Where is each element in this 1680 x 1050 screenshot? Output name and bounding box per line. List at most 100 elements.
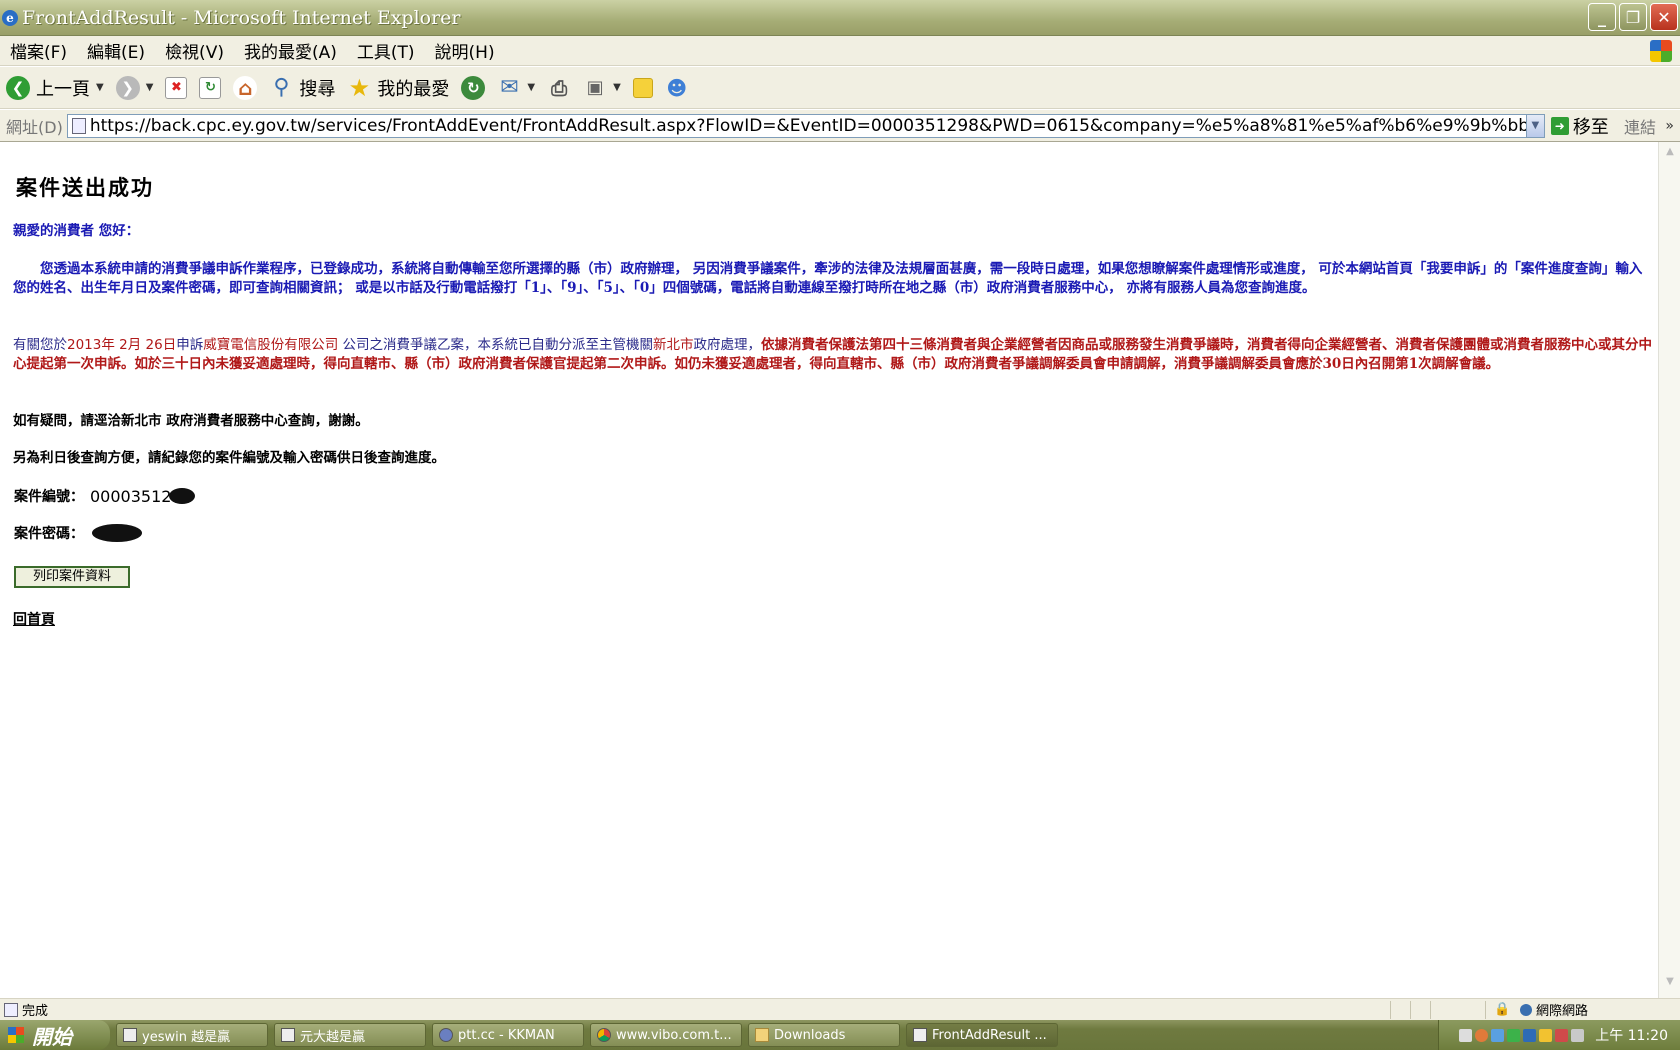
menu-bar: 檔案(F) 編輯(E) 檢視(V) 我的最愛(A) 工具(T) 說明(H) [0, 36, 1680, 66]
menu-view[interactable]: 檢視(V) [155, 38, 234, 63]
scroll-up-icon[interactable]: ▲ [1661, 146, 1679, 164]
go-label: 移至 [1572, 116, 1609, 138]
status-divider [1390, 1001, 1391, 1019]
menu-tools[interactable]: 工具(T) [347, 38, 425, 63]
taskbar-item-label: Downloads [774, 1027, 846, 1043]
forward-arrow-icon: ❯ [115, 75, 140, 100]
tray-icon[interactable] [1507, 1028, 1521, 1042]
taskbar-item[interactable]: Downloads [748, 1023, 900, 1047]
minimize-button[interactable]: _ [1588, 3, 1616, 31]
zone-label: 網際網路 [1536, 1004, 1589, 1019]
tray-icon[interactable] [1491, 1028, 1505, 1042]
home-link[interactable]: 回首頁 [13, 609, 55, 629]
tray-icon[interactable] [1459, 1028, 1473, 1042]
assignment-paragraph: 有關您於2013年 2月 26日申訴威寶電信股份有限公司 公司之消費爭議乙案，本… [13, 336, 1653, 374]
edit-dropdown-icon[interactable]: ▼ [613, 82, 621, 93]
case-number-value: 00003512 [90, 486, 172, 506]
lock-icon[interactable]: 🔒 [1494, 1002, 1510, 1017]
case-number-label: 案件編號： [14, 489, 84, 505]
app-icon [123, 1028, 137, 1042]
menu-help[interactable]: 說明(H) [425, 38, 505, 63]
tray-icon[interactable] [1523, 1028, 1537, 1042]
address-dropdown-icon[interactable]: ▼ [1525, 114, 1544, 137]
taskbar-item-label: yeswin 越是贏 [142, 1029, 231, 1045]
taskbar-item[interactable]: yeswin 越是贏 [116, 1023, 268, 1047]
start-button[interactable]: 開始 [0, 1020, 110, 1050]
mail-dropdown-icon[interactable]: ▼ [527, 82, 535, 93]
links-button[interactable]: 連結 [1624, 114, 1656, 138]
app-icon [281, 1028, 295, 1042]
system-tray: 上午 11:20 [1438, 1020, 1680, 1050]
menu-favorites[interactable]: 我的最愛(A) [234, 38, 347, 63]
para2-prefix: 有關您於 [13, 337, 67, 353]
back-dropdown-icon[interactable]: ▼ [96, 82, 104, 93]
note-icon [632, 77, 653, 98]
forward-button[interactable]: ❯ ▼ [110, 71, 160, 105]
home-button[interactable]: ⌂ [227, 71, 263, 105]
para2-complain: 申訴 [176, 337, 204, 353]
company-name: 威寶電信股份有限公司 [203, 337, 339, 353]
menu-file[interactable]: 檔案(F) [0, 38, 77, 63]
stop-button[interactable]: ✖ [159, 71, 193, 105]
messenger-button[interactable]: ☻ [659, 71, 695, 105]
printer-icon: ⎙ [551, 75, 568, 100]
volume-icon[interactable] [1571, 1028, 1585, 1042]
case-password-label: 案件密碼： [14, 526, 84, 542]
vertical-scrollbar[interactable]: ▲ ▼ [1658, 142, 1680, 998]
page-icon [71, 117, 86, 134]
close-button[interactable]: ✕ [1650, 3, 1678, 31]
instructions-paragraph: 您透過本系統申請的消費爭議申訴作業程序，已登錄成功，系統將自動傳輸至您所選擇的縣… [13, 261, 1643, 296]
star-icon: ★ [348, 73, 371, 102]
page-title: 案件送出成功 [16, 175, 154, 200]
password-redaction-mark [92, 524, 142, 542]
security-zone[interactable]: 網際網路 [1520, 1000, 1588, 1019]
taskbar-item[interactable]: www.vibo.com.t... [590, 1023, 742, 1047]
case-number-row: 案件編號： 00003512 [14, 486, 196, 506]
status-divider [1485, 1001, 1486, 1019]
links-chevron-icon[interactable]: » [1665, 118, 1674, 134]
tray-icon[interactable] [1539, 1028, 1553, 1042]
back-arrow-icon: ❮ [6, 75, 30, 100]
maximize-button[interactable]: ❐ [1619, 3, 1647, 31]
taskbar-item[interactable]: 元大越是贏 [274, 1023, 426, 1047]
menu-edit[interactable]: 編輯(E) [77, 38, 155, 63]
done-page-icon [4, 1002, 18, 1017]
back-button[interactable]: ❮ 上一頁 ▼ [0, 71, 110, 105]
status-text: 完成 [22, 1004, 49, 1019]
complaint-date: 2013年 2月 26日 [67, 337, 177, 353]
favorites-button[interactable]: ★ 我的最愛 [341, 71, 455, 105]
para2-middle: 公司之消費爭議乙案，本系統已自動分派至主管機關 [338, 337, 654, 353]
favorites-label: 我的最愛 [377, 78, 450, 100]
globe-icon [1520, 1003, 1532, 1016]
toolbar: ❮ 上一頁 ▼ ❯ ▼ ✖ ↻ ⌂ ⚲ 搜尋 ★ 我的最愛 ↻ ✉ ▼ ⎙ ▣ … [0, 67, 1680, 109]
contact-text: 如有疑問，請逕洽新北市 政府消費者服務中心查詢，謝謝。 [13, 413, 369, 429]
go-button[interactable]: ➜ 移至 [1550, 113, 1609, 139]
taskbar-item[interactable]: ptt.cc - KKMAN [432, 1023, 584, 1047]
tray-icon[interactable] [1475, 1028, 1489, 1042]
address-input[interactable]: https://back.cpc.ey.gov.tw/services/Fron… [66, 113, 1545, 138]
history-button[interactable]: ↻ [455, 71, 491, 105]
history-icon: ↻ [461, 75, 486, 100]
chrome-icon [597, 1028, 611, 1042]
edit-icon: ▣ [586, 77, 604, 98]
back-label: 上一頁 [36, 78, 90, 100]
refresh-button[interactable]: ↻ [193, 71, 227, 105]
greeting-text: 親愛的消費者 您好： [13, 223, 140, 239]
edit-button[interactable]: ▣ ▼ [577, 71, 627, 105]
address-bar: 網址(D) https://back.cpc.ey.gov.tw/service… [0, 110, 1680, 142]
windows-logo-icon [1650, 40, 1672, 62]
print-toolbar-button[interactable]: ⎙ [541, 71, 577, 105]
taskbar-item-active[interactable]: FrontAddResult ... [906, 1023, 1058, 1047]
mail-icon: ✉ [500, 75, 519, 100]
tray-icon[interactable] [1555, 1028, 1569, 1042]
search-icon: ⚲ [273, 75, 290, 100]
address-url[interactable]: https://back.cpc.ey.gov.tw/services/Fron… [90, 116, 1526, 136]
search-button[interactable]: ⚲ 搜尋 [263, 71, 341, 105]
forward-dropdown-icon[interactable]: ▼ [146, 82, 154, 93]
mail-button[interactable]: ✉ ▼ [491, 71, 541, 105]
taskbar-item-label: FrontAddResult ... [932, 1027, 1047, 1043]
print-case-button[interactable]: 列印案件資料 [14, 566, 130, 588]
discuss-button[interactable] [627, 71, 659, 105]
clock[interactable]: 上午 11:20 [1595, 1025, 1668, 1045]
scroll-down-icon[interactable]: ▼ [1661, 976, 1679, 994]
